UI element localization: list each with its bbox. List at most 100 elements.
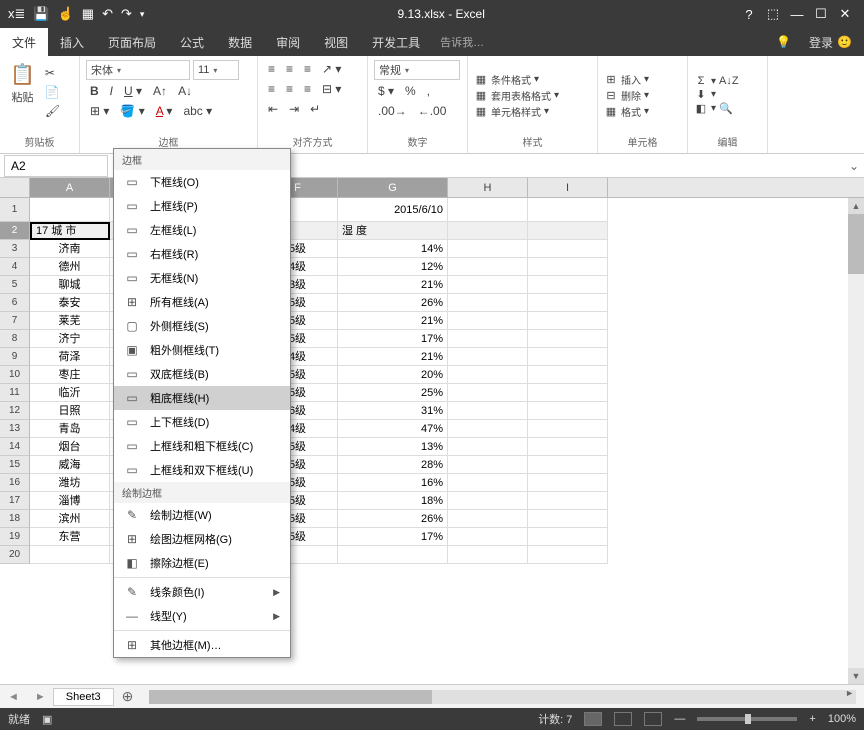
ribbon-display-icon[interactable]: ⬚ bbox=[764, 6, 782, 22]
row-header[interactable]: 17 bbox=[0, 492, 30, 510]
cell[interactable]: 日照 bbox=[30, 402, 110, 420]
cell[interactable]: 荷泽 bbox=[30, 348, 110, 366]
accounting-format-button[interactable]: $ ▾ bbox=[374, 82, 398, 100]
fill-color-button[interactable]: 🪣 ▾ bbox=[116, 102, 148, 120]
cell[interactable]: 济宁 bbox=[30, 330, 110, 348]
hscroll-right-icon[interactable]: ► bbox=[845, 688, 854, 698]
border-menu-item[interactable]: —线型(Y)▶ bbox=[114, 604, 290, 628]
col-header-g[interactable]: G bbox=[338, 178, 448, 197]
underline-button[interactable]: U ▾ bbox=[120, 82, 146, 100]
cell[interactable]: 26% bbox=[338, 294, 448, 312]
border-menu-item[interactable]: ▭右框线(R) bbox=[114, 242, 290, 266]
cell[interactable]: 聊城 bbox=[30, 276, 110, 294]
cell[interactable] bbox=[448, 420, 528, 438]
border-menu-item[interactable]: ▭双底框线(B) bbox=[114, 362, 290, 386]
cell[interactable]: 12% bbox=[338, 258, 448, 276]
cell[interactable] bbox=[528, 222, 608, 240]
cell[interactable] bbox=[448, 492, 528, 510]
cell[interactable] bbox=[448, 528, 528, 546]
border-menu-item[interactable]: ▭无框线(N) bbox=[114, 266, 290, 290]
cell[interactable]: 13% bbox=[338, 438, 448, 456]
border-menu-item[interactable]: ▭上框线(P) bbox=[114, 194, 290, 218]
tab-insert[interactable]: 插入 bbox=[48, 28, 96, 56]
cell[interactable] bbox=[528, 240, 608, 258]
cell[interactable] bbox=[448, 384, 528, 402]
wrap-text-button[interactable]: ↵ bbox=[306, 100, 324, 118]
tab-page-layout[interactable]: 页面布局 bbox=[96, 28, 168, 56]
cell[interactable]: 德州 bbox=[30, 258, 110, 276]
cell[interactable] bbox=[448, 510, 528, 528]
border-menu-item[interactable]: ▭上框线和双下框线(U) bbox=[114, 458, 290, 482]
cell[interactable] bbox=[448, 294, 528, 312]
cell[interactable]: 21% bbox=[338, 312, 448, 330]
cell[interactable]: 青岛 bbox=[30, 420, 110, 438]
row-header[interactable]: 7 bbox=[0, 312, 30, 330]
scroll-thumb[interactable] bbox=[848, 214, 864, 274]
increase-indent-button[interactable]: ⇥ bbox=[285, 100, 303, 118]
cell[interactable] bbox=[448, 222, 528, 240]
cell[interactable]: 20% bbox=[338, 366, 448, 384]
border-menu-item[interactable]: ◧擦除边框(E) bbox=[114, 551, 290, 575]
cell[interactable]: 湿 度 bbox=[338, 222, 448, 240]
border-menu-item[interactable]: ▭下框线(O) bbox=[114, 170, 290, 194]
row-header[interactable]: 12 bbox=[0, 402, 30, 420]
cell[interactable]: 枣庄 bbox=[30, 366, 110, 384]
orientation-button[interactable]: ↗ ▾ bbox=[318, 60, 345, 78]
tab-review[interactable]: 审阅 bbox=[264, 28, 312, 56]
align-top-button[interactable]: ≡ bbox=[264, 60, 279, 78]
col-header-a[interactable]: A bbox=[30, 178, 110, 197]
expand-formula-bar-icon[interactable]: ⌄ bbox=[844, 159, 864, 173]
vertical-scrollbar[interactable]: ▲ ▼ bbox=[848, 198, 864, 684]
delete-cells-button[interactable]: ⊟删除 ▾ bbox=[604, 88, 681, 103]
decrease-indent-button[interactable]: ⇤ bbox=[264, 100, 282, 118]
select-all-corner[interactable] bbox=[0, 178, 30, 197]
cell[interactable] bbox=[528, 330, 608, 348]
align-left-button[interactable]: ≡ bbox=[264, 80, 279, 98]
cell[interactable] bbox=[528, 528, 608, 546]
cell[interactable] bbox=[528, 294, 608, 312]
cell[interactable] bbox=[338, 546, 448, 564]
fill-button[interactable]: ⬇▾ bbox=[694, 88, 761, 101]
border-menu-item[interactable]: ▭上下框线(D) bbox=[114, 410, 290, 434]
cell[interactable]: 烟台 bbox=[30, 438, 110, 456]
cell[interactable]: 14% bbox=[338, 240, 448, 258]
cell[interactable]: 泰安 bbox=[30, 294, 110, 312]
macro-record-icon[interactable]: ▣ bbox=[42, 713, 52, 726]
hscroll-thumb[interactable] bbox=[149, 690, 432, 704]
redo-icon[interactable]: ↷ bbox=[121, 6, 132, 22]
comma-button[interactable]: , bbox=[423, 82, 434, 100]
cut-button[interactable]: ✂ bbox=[41, 64, 64, 82]
insert-cells-button[interactable]: ⊞插入 ▾ bbox=[604, 72, 681, 87]
tab-data[interactable]: 数据 bbox=[216, 28, 264, 56]
row-header[interactable]: 18 bbox=[0, 510, 30, 528]
cell[interactable] bbox=[448, 546, 528, 564]
bold-button[interactable]: B bbox=[86, 82, 103, 100]
cell[interactable] bbox=[528, 198, 608, 222]
border-menu-item[interactable]: ✎绘制边框(W) bbox=[114, 503, 290, 527]
tab-file[interactable]: 文件 bbox=[0, 28, 48, 56]
qat-more-icon[interactable]: ▾ bbox=[140, 9, 145, 20]
zoom-in-button[interactable]: + bbox=[809, 713, 815, 725]
save-icon[interactable]: 💾 bbox=[33, 6, 49, 22]
cell[interactable] bbox=[448, 240, 528, 258]
row-header[interactable]: 14 bbox=[0, 438, 30, 456]
add-sheet-button[interactable]: ⊕ bbox=[114, 688, 142, 705]
cell[interactable] bbox=[448, 258, 528, 276]
cell[interactable] bbox=[30, 198, 110, 222]
cell[interactable]: 临沂 bbox=[30, 384, 110, 402]
align-center-button[interactable]: ≡ bbox=[282, 80, 297, 98]
cell[interactable] bbox=[448, 312, 528, 330]
cell[interactable] bbox=[528, 258, 608, 276]
zoom-out-button[interactable]: — bbox=[674, 713, 685, 725]
decrease-decimal-button[interactable]: ←.00 bbox=[414, 102, 451, 120]
border-menu-item[interactable]: ▭左框线(L) bbox=[114, 218, 290, 242]
cell[interactable]: 威海 bbox=[30, 456, 110, 474]
scroll-down-icon[interactable]: ▼ bbox=[848, 668, 864, 684]
lightbulb-icon[interactable]: 💡 bbox=[770, 35, 797, 49]
conditional-format-button[interactable]: ▦条件格式 ▾ bbox=[474, 72, 591, 87]
cell[interactable]: 2015/6/10 bbox=[338, 198, 448, 222]
italic-button[interactable]: I bbox=[106, 82, 117, 100]
tab-formulas[interactable]: 公式 bbox=[168, 28, 216, 56]
format-as-table-button[interactable]: ▦套用表格格式 ▾ bbox=[474, 88, 591, 103]
col-header-h[interactable]: H bbox=[448, 178, 528, 197]
